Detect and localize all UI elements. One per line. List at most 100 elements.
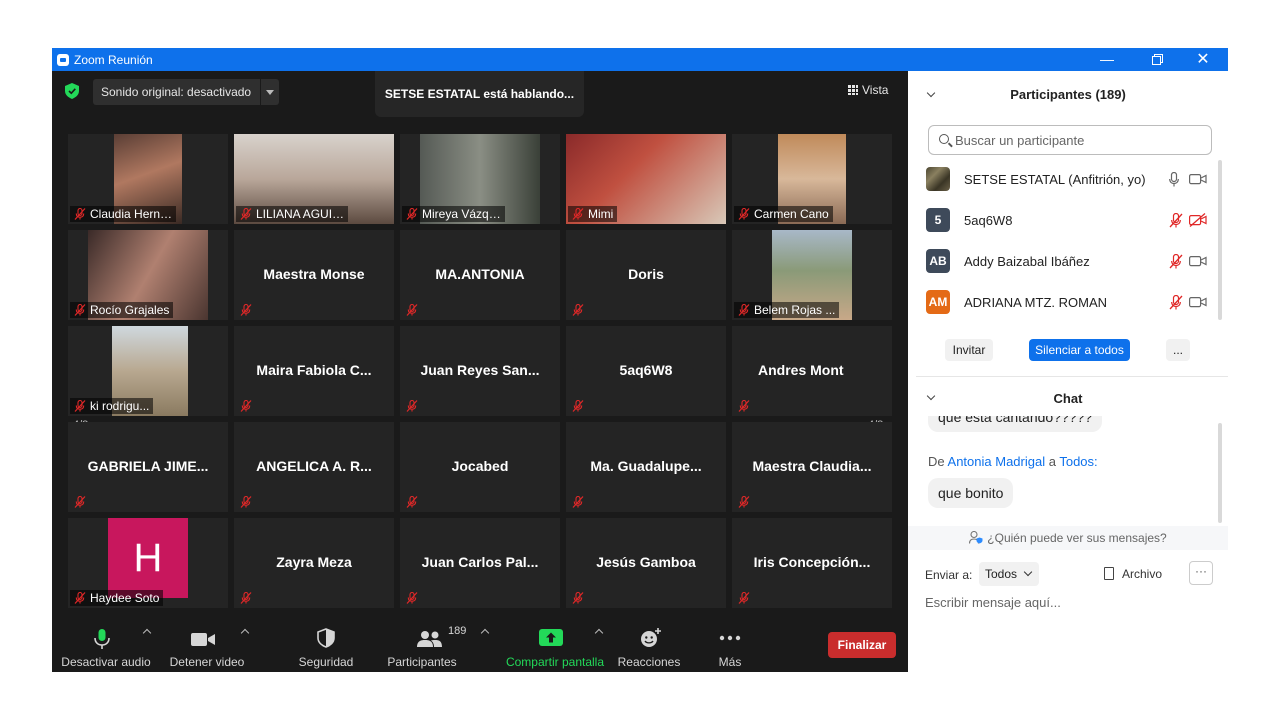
chevron-up-icon[interactable] bbox=[142, 628, 152, 638]
chat-more-button[interactable]: ··· bbox=[1189, 561, 1213, 585]
restore-button[interactable] bbox=[1134, 48, 1180, 71]
chat-target[interactable]: Todos: bbox=[1059, 454, 1097, 469]
video-tile[interactable]: Ma. Guadalupe... bbox=[566, 422, 726, 512]
chat-sender[interactable]: Antonia Madrigal bbox=[948, 454, 1046, 469]
video-camera-icon[interactable] bbox=[1189, 296, 1207, 308]
muted-mic-icon bbox=[406, 303, 418, 316]
muted-mic-icon[interactable] bbox=[1169, 254, 1183, 269]
participant-search-input[interactable] bbox=[955, 126, 1205, 154]
participants-more-button[interactable]: ... bbox=[1166, 339, 1190, 361]
muted-mic-icon bbox=[240, 495, 252, 508]
file-label: Archivo bbox=[1122, 567, 1163, 581]
video-tile[interactable]: H Haydee Soto bbox=[68, 518, 228, 608]
microphone-icon[interactable] bbox=[1169, 172, 1179, 187]
video-tile[interactable]: Belem Rojas ... bbox=[732, 230, 892, 320]
chevron-down-icon[interactable] bbox=[266, 90, 274, 95]
share-screen-label: Compartir pantalla bbox=[505, 655, 605, 669]
participant-search[interactable] bbox=[928, 125, 1212, 155]
chat-title: Chat bbox=[1053, 391, 1083, 406]
video-tile[interactable]: Andres Mont bbox=[732, 326, 892, 416]
chat-message: que esta cantando????? bbox=[928, 416, 1103, 432]
security-button[interactable]: Seguridad bbox=[288, 622, 364, 672]
participant-row[interactable]: AM ADRIANA MTZ. ROMAN bbox=[926, 289, 1208, 315]
video-tile[interactable]: Mimi bbox=[566, 134, 726, 224]
video-tile[interactable]: Carmen Cano bbox=[732, 134, 892, 224]
video-camera-icon[interactable] bbox=[1189, 255, 1207, 267]
video-tile[interactable]: LILIANA AGUI… bbox=[234, 134, 394, 224]
chat-message-input[interactable] bbox=[925, 592, 1215, 612]
muted-mic-icon bbox=[240, 303, 252, 316]
more-button[interactable]: Más bbox=[700, 622, 760, 672]
muted-mic-icon bbox=[572, 495, 584, 508]
video-tile[interactable]: Iris Concepción... bbox=[732, 518, 892, 608]
participant-row[interactable]: 5 5aq6W8 bbox=[926, 207, 1208, 233]
video-tile[interactable]: Maestra Claudia... bbox=[732, 422, 892, 512]
chat-scrollbar[interactable] bbox=[1218, 423, 1222, 523]
video-tile[interactable]: MA.ANTONIA bbox=[400, 230, 560, 320]
chevron-up-icon[interactable] bbox=[594, 628, 604, 638]
participant-label: ki rodrigu... bbox=[70, 398, 154, 414]
view-button[interactable]: Vista bbox=[848, 83, 888, 97]
mute-all-button[interactable]: Silenciar a todos bbox=[1029, 339, 1130, 361]
video-tile[interactable]: Zayra Meza bbox=[234, 518, 394, 608]
minimize-button[interactable]: — bbox=[1084, 48, 1130, 71]
security-label: Seguridad bbox=[298, 655, 354, 669]
video-tile[interactable]: 5aq6W8 bbox=[566, 326, 726, 416]
video-camera-icon[interactable] bbox=[1189, 173, 1207, 185]
muted-mic-icon bbox=[406, 399, 418, 412]
participant-name: Andres Mont bbox=[758, 362, 844, 378]
participant-avatar: AB bbox=[926, 249, 950, 273]
shield-icon[interactable] bbox=[65, 83, 79, 99]
side-panel: Participantes (189) SETSE ESTATAL (Anfit… bbox=[908, 71, 1228, 672]
divider bbox=[260, 79, 261, 105]
invite-button[interactable]: Invitar bbox=[945, 339, 993, 361]
close-button[interactable]: ✕ bbox=[1180, 48, 1226, 71]
participant-row-name: SETSE ESTATAL (Anfitrión, yo) bbox=[964, 172, 1146, 187]
reactions-button[interactable]: Reacciones bbox=[612, 622, 686, 672]
stop-video-button[interactable]: Detener video bbox=[162, 622, 252, 672]
video-tile[interactable]: GABRIELA JIME... bbox=[68, 422, 228, 512]
participant-name: Haydee Soto bbox=[90, 591, 160, 605]
send-to-dropdown[interactable]: Todos bbox=[979, 562, 1040, 586]
video-off-icon[interactable] bbox=[1189, 213, 1207, 227]
file-button[interactable]: Archivo bbox=[1104, 567, 1162, 581]
original-sound-button[interactable]: Sonido original: desactivado bbox=[93, 79, 279, 105]
muted-mic-icon bbox=[74, 303, 86, 316]
end-meeting-button[interactable]: Finalizar bbox=[828, 632, 896, 658]
video-tile[interactable]: ANGELICA A. R... bbox=[234, 422, 394, 512]
participant-row[interactable]: SETSE ESTATAL (Anfitrión, yo) bbox=[926, 166, 1208, 192]
mute-audio-button[interactable]: Desactivar audio bbox=[56, 622, 156, 672]
share-screen-button[interactable]: Compartir pantalla bbox=[500, 622, 610, 672]
shield-icon bbox=[317, 628, 335, 648]
muted-mic-icon[interactable] bbox=[1169, 213, 1183, 228]
participant-name: Jesús Gamboa bbox=[596, 554, 696, 570]
video-tile[interactable]: Jesús Gamboa bbox=[566, 518, 726, 608]
participant-name: Jocabed bbox=[451, 458, 509, 474]
muted-mic-icon[interactable] bbox=[1169, 295, 1183, 310]
participants-scrollbar[interactable] bbox=[1218, 160, 1222, 320]
video-tile[interactable]: Juan Carlos Pal... bbox=[400, 518, 560, 608]
video-tile[interactable]: Mireya Vázq… bbox=[400, 134, 560, 224]
muted-mic-icon bbox=[572, 207, 584, 220]
chevron-up-icon[interactable] bbox=[240, 628, 250, 638]
participants-button[interactable]: 189 Participantes bbox=[387, 622, 492, 672]
video-tile[interactable]: Rocío Grajales bbox=[68, 230, 228, 320]
video-tile[interactable]: Juan Reyes San... bbox=[400, 326, 560, 416]
message-visibility-link[interactable]: ¿Quién puede ver sus mensajes? bbox=[908, 526, 1228, 550]
video-tile[interactable]: Maira Fabiola C... bbox=[234, 326, 394, 416]
participant-row-name: Addy Baizabal Ibáñez bbox=[964, 254, 1090, 269]
participant-name: Juan Carlos Pal... bbox=[421, 554, 539, 570]
chevron-up-icon[interactable] bbox=[480, 628, 490, 638]
participant-row[interactable]: AB Addy Baizabal Ibáñez bbox=[926, 248, 1208, 274]
video-tile[interactable]: Maestra Monse bbox=[234, 230, 394, 320]
video-tile[interactable]: Jocabed bbox=[400, 422, 560, 512]
search-icon bbox=[939, 134, 949, 144]
muted-mic-icon bbox=[738, 399, 750, 412]
video-tile[interactable]: ki rodrigu... bbox=[68, 326, 228, 416]
muted-mic-icon bbox=[240, 399, 252, 412]
muted-mic-icon bbox=[738, 591, 750, 604]
participant-label: LILIANA AGUI… bbox=[236, 206, 349, 222]
video-tile[interactable]: Doris bbox=[566, 230, 726, 320]
video-tile[interactable]: Claudia Hern… bbox=[68, 134, 228, 224]
participant-name: Ma. Guadalupe... bbox=[590, 458, 702, 474]
